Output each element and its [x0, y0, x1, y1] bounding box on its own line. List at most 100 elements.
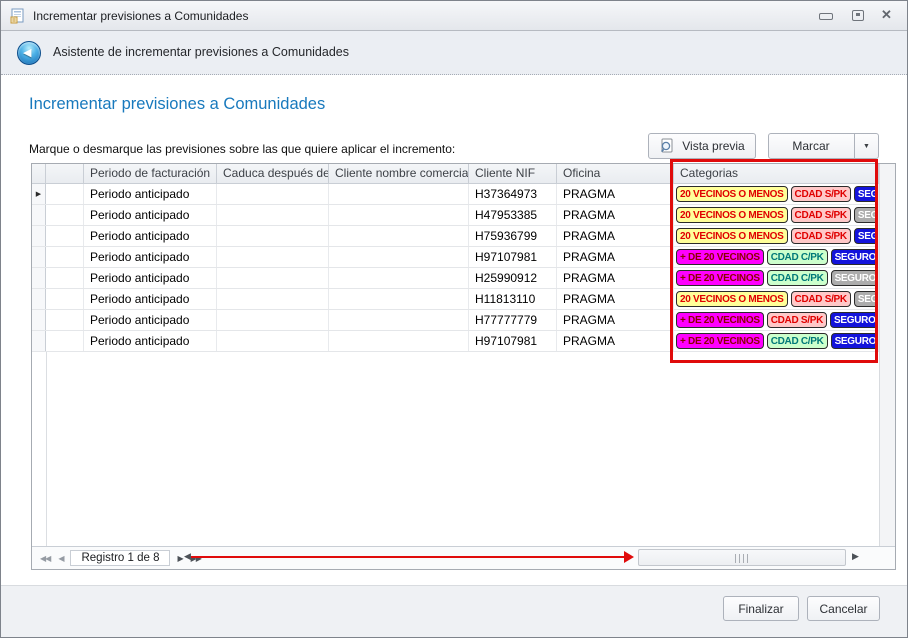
category-badge: SEGURO — [830, 270, 878, 286]
periodo-cell: Periodo anticipado — [84, 331, 217, 351]
category-badge: 20 VECINOS O MENOS — [676, 207, 788, 223]
column-header[interactable] — [46, 164, 84, 183]
category-badge: CDAD S/PK — [790, 228, 851, 244]
category-badge: 20 VECINOS O MENOS — [676, 228, 788, 244]
scroll-grip-icon — [735, 554, 749, 563]
column-header[interactable]: Cliente NIF — [469, 164, 557, 183]
caduca-cell — [217, 268, 329, 288]
nombre-comercial-cell — [329, 247, 469, 267]
close-icon: ✕ — [881, 7, 892, 22]
previsiones-grid: Periodo de facturación Caduca después de C… — [31, 163, 896, 570]
category-badge: SEGURO — [853, 186, 878, 202]
table-row[interactable]: Periodo anticipado H25990912 PRAGMA + DE 20… — [32, 268, 895, 289]
column-header[interactable] — [32, 164, 46, 183]
window-close-button[interactable]: ✕ — [875, 1, 901, 27]
oficina-cell: PRAGMA — [557, 205, 674, 225]
row-indicator-cell — [32, 226, 46, 246]
minimize-icon — [819, 13, 833, 20]
checkbox-cell — [46, 331, 84, 351]
cancelar-button[interactable]: Cancelar — [807, 596, 880, 621]
periodo-cell: Periodo anticipado — [84, 310, 217, 330]
categorias-cell: 20 VECINOS O MENOSCDAD S/PKSEGURO — [674, 226, 879, 246]
category-badge: 20 VECINOS O MENOS — [676, 186, 788, 202]
column-header[interactable]: Caduca después de — [217, 164, 329, 183]
record-counter: Registro 1 de 8 — [70, 550, 171, 566]
row-indicator-cell — [32, 247, 46, 267]
vertical-scrollbar[interactable] — [879, 164, 895, 546]
nif-cell: H47953385 — [469, 205, 557, 225]
checkbox-cell — [46, 184, 84, 204]
category-badge: + DE 20 VECINOS — [676, 333, 764, 349]
grid-body: ▶ Periodo anticipado H37364973 PRAGMA 20 VEC… — [32, 184, 895, 352]
nombre-comercial-cell — [329, 226, 469, 246]
periodo-cell: Periodo anticipado — [84, 268, 217, 288]
wizard-header: ◀ Asistente de incrementar previsiones a… — [1, 31, 907, 75]
oficina-cell: PRAGMA — [557, 289, 674, 309]
periodo-cell: Periodo anticipado — [84, 289, 217, 309]
nav-first-button[interactable]: ◀◀ — [36, 554, 54, 563]
column-header[interactable]: Oficina — [557, 164, 674, 183]
marcar-button[interactable]: Marcar ▼ — [768, 133, 879, 159]
nav-prev-button[interactable]: ◀ — [54, 554, 67, 563]
column-divider — [46, 352, 47, 546]
nif-cell: H97107981 — [469, 331, 557, 351]
periodo-cell: Periodo anticipado — [84, 226, 217, 246]
table-row[interactable]: Periodo anticipado H47953385 PRAGMA 20 VECI… — [32, 205, 895, 226]
row-indicator-cell — [32, 289, 46, 309]
categorias-cell: + DE 20 VECINOS CDAD S/PK SEGURO — [674, 310, 879, 330]
category-badge: CDAD C/PK — [766, 333, 828, 349]
annotation-arrow-head — [624, 551, 634, 563]
nif-cell: H97107981 — [469, 247, 557, 267]
chevron-down-icon: ▼ — [863, 142, 870, 150]
window-maximize-button[interactable] — [845, 1, 871, 27]
instruction-text: Marque o desmarque las previsiones sobre… — [29, 142, 456, 156]
oficina-cell: PRAGMA — [557, 226, 674, 246]
nombre-comercial-cell — [329, 268, 469, 288]
column-header[interactable]: Categorias — [674, 164, 879, 183]
checkbox-cell — [46, 268, 84, 288]
oficina-cell: PRAGMA — [557, 184, 674, 204]
window-title: Incrementar previsiones a Comunidades — [33, 9, 249, 23]
hscroll-thumb[interactable] — [638, 549, 846, 566]
oficina-cell: PRAGMA — [557, 310, 674, 330]
nif-cell: H11813110 — [469, 289, 557, 309]
window-icon — [10, 8, 24, 24]
nombre-comercial-cell — [329, 289, 469, 309]
table-row[interactable]: Periodo anticipado H97107981 PRAGMA + DE 20… — [32, 331, 895, 352]
nombre-comercial-cell — [329, 331, 469, 351]
hscroll-left-arrow[interactable]: ◀ — [184, 551, 191, 562]
hscroll-right-arrow[interactable]: ▶ — [852, 551, 859, 562]
column-header[interactable]: Periodo de facturación — [84, 164, 217, 183]
table-row[interactable]: Periodo anticipado H77777779 PRAGMA + DE 20… — [32, 310, 895, 331]
footer-bar: Finalizar Cancelar — [1, 585, 907, 637]
page-title: Incrementar previsiones a Comunidades — [29, 95, 326, 113]
window-minimize-button[interactable] — [813, 1, 839, 27]
category-badge: + DE 20 VECINOS — [676, 270, 764, 286]
category-badge: CDAD S/PK — [790, 207, 851, 223]
vista-previa-label: Vista previa — [682, 139, 745, 153]
category-badge: SEGURO — [830, 312, 878, 328]
category-badge: CDAD C/PK — [766, 270, 828, 286]
table-row[interactable]: ▶ Periodo anticipado H37364973 PRAGMA 20 VEC… — [32, 184, 895, 205]
nombre-comercial-cell — [329, 310, 469, 330]
back-button[interactable]: ◀ — [17, 41, 41, 65]
marcar-label: Marcar — [792, 139, 830, 153]
category-badge: SEGURO — [853, 291, 878, 307]
categorias-cell: + DE 20 VECINOS CDAD C/PK SEGURO — [674, 331, 879, 351]
row-indicator-cell: ▶ — [32, 184, 46, 204]
vista-previa-button[interactable]: Vista previa — [648, 133, 756, 159]
table-row[interactable]: Periodo anticipado H11813110 PRAGMA 20 VECI… — [32, 289, 895, 310]
column-header[interactable]: Cliente nombre comercial — [329, 164, 469, 183]
table-row[interactable]: Periodo anticipado H97107981 PRAGMA + DE 20… — [32, 247, 895, 268]
row-indicator-cell — [32, 310, 46, 330]
periodo-cell: Periodo anticipado — [84, 184, 217, 204]
nif-cell: H77777779 — [469, 310, 557, 330]
table-row[interactable]: Periodo anticipado H75936799 PRAGMA 20 VECI… — [32, 226, 895, 247]
caduca-cell — [217, 205, 329, 225]
finalizar-button[interactable]: Finalizar — [723, 596, 799, 621]
caduca-cell — [217, 331, 329, 351]
wizard-title: Asistente de incrementar previsiones a C… — [53, 45, 349, 59]
marcar-dropdown-button[interactable]: ▼ — [854, 134, 878, 158]
caduca-cell — [217, 247, 329, 267]
annotation-arrow-line — [191, 556, 625, 558]
